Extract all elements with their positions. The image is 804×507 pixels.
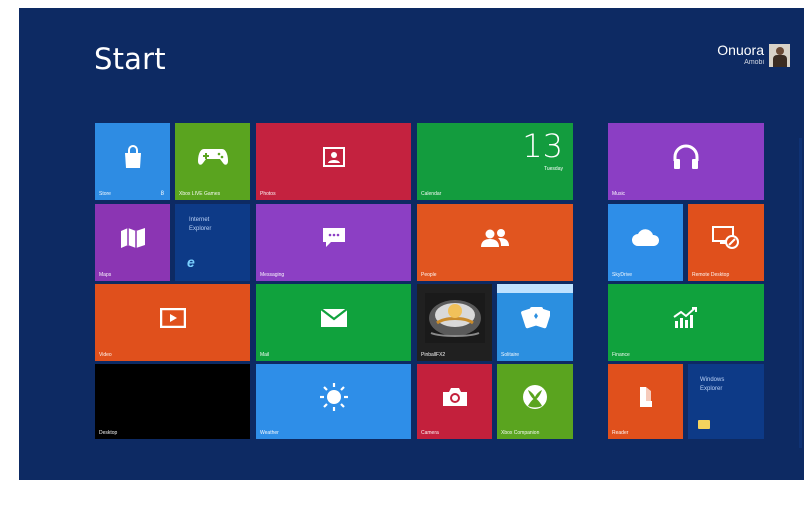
video-icon xyxy=(159,307,186,328)
calendar-date: 13 xyxy=(522,127,563,165)
tile-xbox-companion[interactable]: Xbox Companion xyxy=(497,364,573,439)
shopping-bag-icon xyxy=(124,144,141,168)
headphones-icon xyxy=(673,144,699,169)
chat-icon xyxy=(322,227,345,247)
tile-label: Video xyxy=(99,352,112,358)
tile-label: Camera xyxy=(421,430,439,436)
tile-label: Messaging xyxy=(260,272,285,278)
camera-icon xyxy=(442,387,467,406)
cards-icon xyxy=(521,306,550,328)
tile-label: Weather xyxy=(260,430,279,436)
user-subtitle: Amobi xyxy=(744,59,764,66)
tile-label: Calendar xyxy=(421,191,442,197)
tile-skydrive[interactable]: SkyDrive xyxy=(608,204,683,281)
tile-label: Store xyxy=(99,191,111,197)
tile-finance[interactable]: Finance xyxy=(608,284,764,361)
mail-icon xyxy=(319,307,348,327)
gamepad-icon xyxy=(197,148,228,165)
tile-label: Mail xyxy=(260,352,270,358)
cloud-icon xyxy=(631,228,659,246)
tile-label: Maps xyxy=(99,272,112,278)
tile-store[interactable]: Store 8 xyxy=(95,123,170,200)
xbox-icon xyxy=(523,384,547,409)
pinball-icon xyxy=(424,292,485,343)
store-badge: 8 xyxy=(160,191,164,197)
tile-photos[interactable]: Photos xyxy=(256,123,411,200)
tile-label: Xbox LIVE Games xyxy=(179,191,221,197)
we-label-line1: Windows xyxy=(700,377,725,383)
tile-video[interactable]: Video xyxy=(95,284,250,361)
tile-label: SkyDrive xyxy=(612,272,633,278)
ie-label-line1: Internet xyxy=(189,217,210,223)
remote-desktop-icon xyxy=(712,225,739,249)
tile-label: Finance xyxy=(612,352,630,358)
chart-icon xyxy=(673,306,697,328)
tile-label: Xbox Companion xyxy=(501,430,540,436)
tile-maps[interactable]: Maps xyxy=(95,204,170,281)
we-label-line2: Explorer xyxy=(700,386,723,392)
tile-windows-explorer[interactable]: Windows Explorer xyxy=(688,364,764,439)
tile-label: Remote Desktop xyxy=(692,272,730,278)
tile-reader[interactable]: Reader xyxy=(608,364,683,439)
user-account[interactable]: Onuora Amobi xyxy=(717,42,764,67)
user-name: Onuora xyxy=(717,42,764,58)
map-icon xyxy=(120,227,145,248)
tile-label: Music xyxy=(612,191,626,197)
sun-icon xyxy=(319,382,348,411)
tile-calendar[interactable]: 13 Tuesday Calendar xyxy=(417,123,573,200)
tile-music[interactable]: Music xyxy=(608,123,764,200)
tile-weather[interactable]: Weather xyxy=(256,364,411,439)
page-title: Start xyxy=(94,42,166,76)
tile-pinballfx2[interactable]: PinballFX2 xyxy=(417,284,492,361)
ie-icon: e xyxy=(187,254,195,270)
tile-remote-desktop[interactable]: Remote Desktop xyxy=(688,204,764,281)
tile-messaging[interactable]: Messaging xyxy=(256,204,411,281)
start-screen: Start Onuora Amobi Store 8 Xbox LIVE Gam… xyxy=(19,8,804,480)
tile-label: Desktop xyxy=(99,430,118,436)
calendar-day: Tuesday xyxy=(544,166,563,172)
tile-mail[interactable]: Mail xyxy=(256,284,411,361)
tile-label: Solitaire xyxy=(501,352,520,358)
people-icon xyxy=(481,228,509,247)
avatar[interactable] xyxy=(769,44,790,67)
tile-label: Photos xyxy=(260,191,276,197)
tile-label: PinballFX2 xyxy=(421,352,446,358)
tile-xbox-live-games[interactable]: Xbox LIVE Games xyxy=(175,123,250,200)
tile-label: People xyxy=(421,272,437,278)
tile-desktop[interactable]: Desktop xyxy=(95,364,250,439)
ie-label-line2: Explorer xyxy=(189,226,212,232)
tile-solitaire[interactable]: Solitaire xyxy=(497,284,573,361)
folder-icon xyxy=(698,420,710,429)
tile-internet-explorer[interactable]: Internet Explorer e xyxy=(175,204,250,281)
tile-label: Reader xyxy=(612,430,629,436)
reader-icon xyxy=(639,386,652,407)
edge-tile-peek xyxy=(799,138,802,448)
photo-icon xyxy=(322,146,345,167)
tile-people[interactable]: People xyxy=(417,204,573,281)
tile-camera[interactable]: Camera xyxy=(417,364,492,439)
